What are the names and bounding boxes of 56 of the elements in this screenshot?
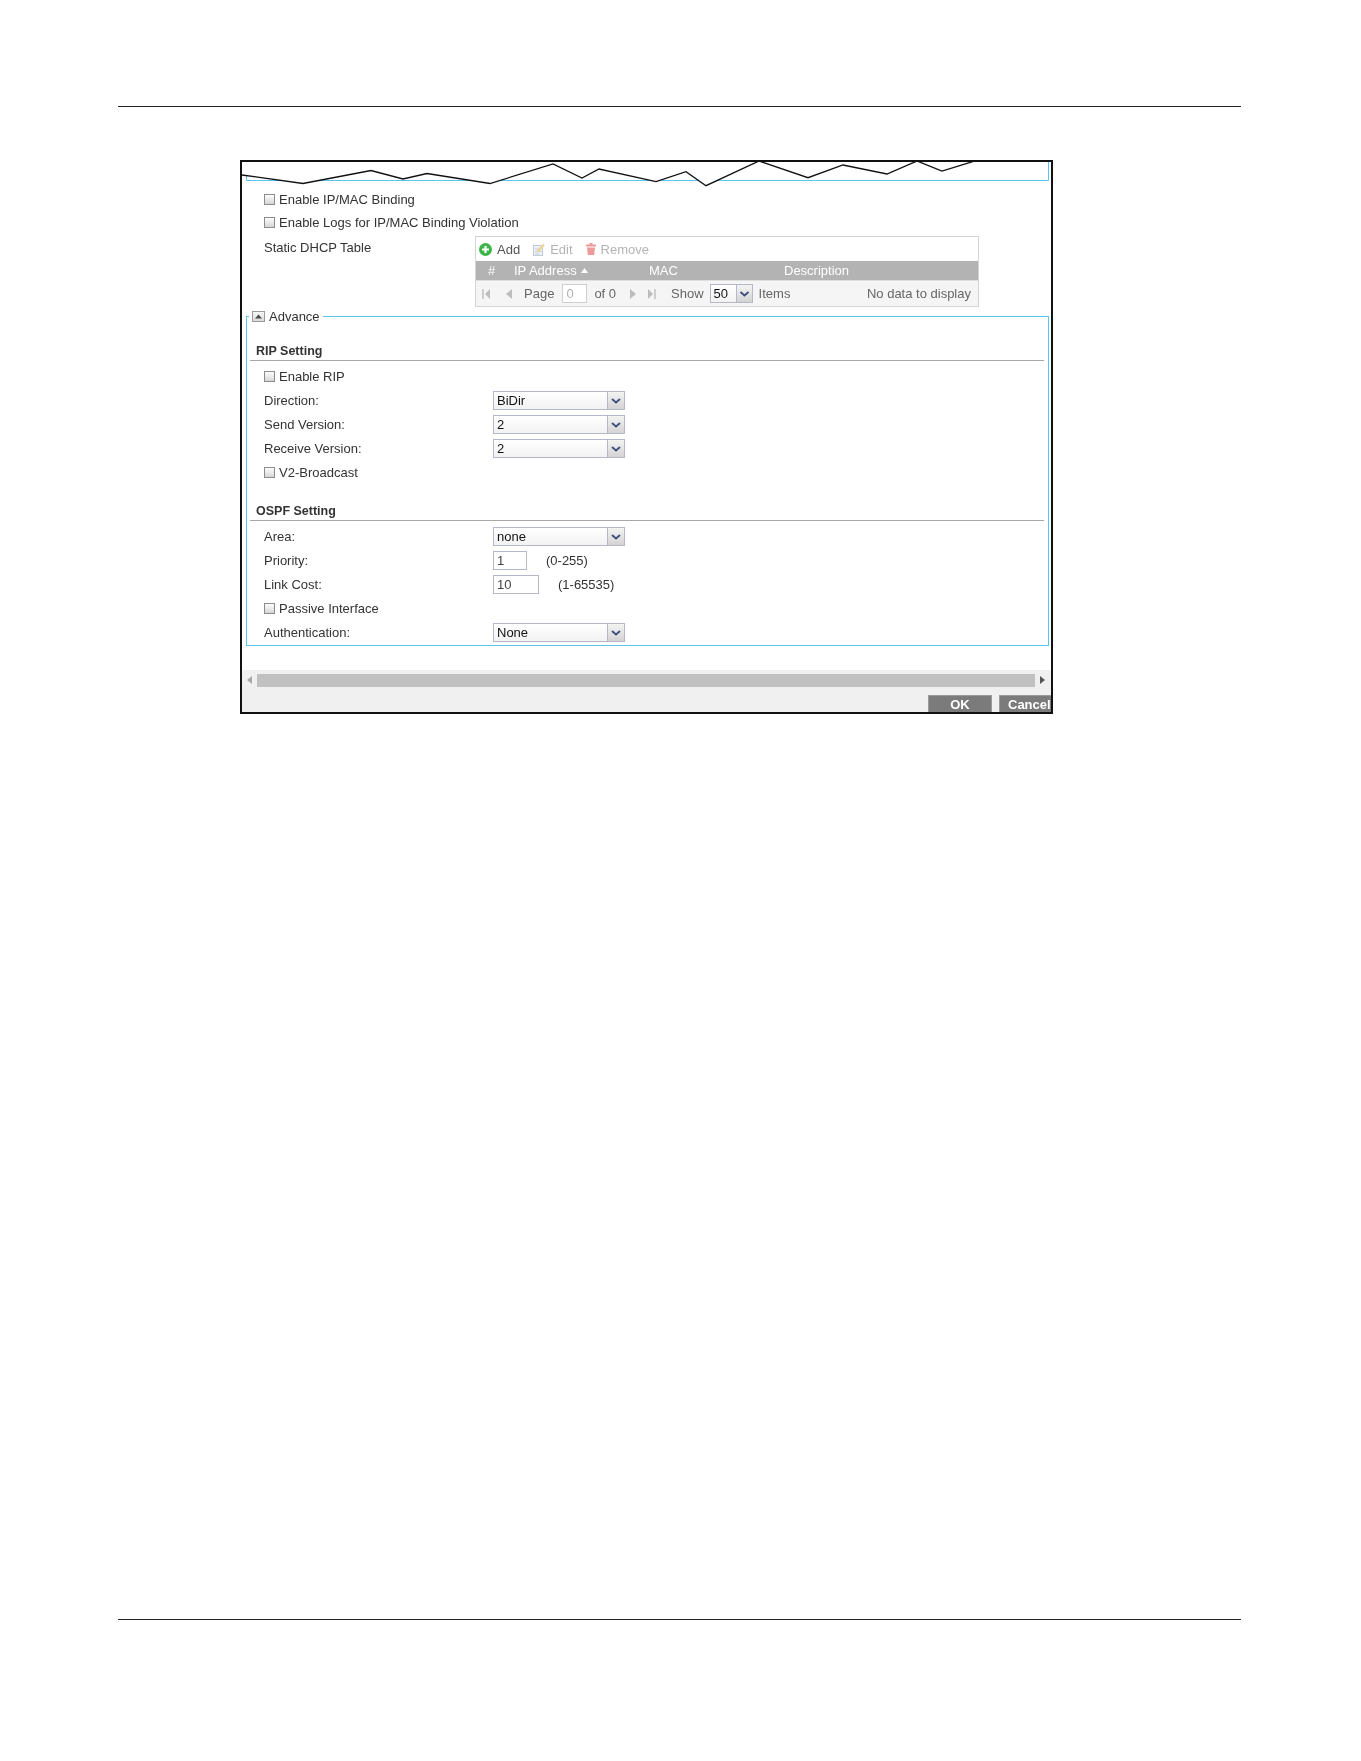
note-pencil-icon [533,242,546,256]
dropdown[interactable]: 2 [493,438,625,458]
number-field[interactable]: 10 [493,574,539,594]
chevron-down-icon [607,415,624,433]
ok-button[interactable]: OK [928,695,992,712]
chevron-down-icon [607,439,624,457]
cancel-button[interactable]: Cancel [999,695,1051,712]
field-label: Send Version: [264,416,346,432]
scrollbar-thumb[interactable] [257,673,1035,687]
chevron-down-icon [607,391,624,409]
checkbox-label: Enable RIP [279,368,345,384]
checkbox-label: Passive Interface [279,600,379,616]
range-hint: (0-255) [546,552,588,568]
pager-label: Items [758,286,791,301]
dropdown[interactable]: 50 [709,284,753,303]
add-button[interactable]: Add [479,241,521,257]
section-title: OSPF Setting [255,504,336,518]
next-icon[interactable] [630,288,637,299]
advance-toggle[interactable]: Advance [249,309,323,324]
checkbox-label: Enable IP/MAC Binding [279,192,415,207]
scroll-left-icon[interactable] [247,676,252,684]
checkbox-label: V2-Broadcast [279,464,358,480]
range-hint: (1-65535) [558,576,615,592]
section-title: RIP Setting [255,344,323,358]
checkbox-label: Enable Logs for IP/MAC Binding Violation [279,215,519,230]
chevron-down-icon [607,527,624,545]
last-page-icon[interactable] [648,288,657,299]
dropdown[interactable]: 2 [493,414,625,434]
pager-label: Page [524,286,555,301]
page-count: of 0 [594,286,617,301]
trash-icon [585,243,596,255]
field-label: Link Cost: [264,576,323,592]
plus-circle-icon [479,242,492,256]
checkbox[interactable] [264,602,275,614]
field-label: Priority: [264,552,310,568]
dropdown[interactable]: none [493,526,625,546]
field-label: Direction: [264,392,320,408]
dropdown[interactable]: BiDir [493,390,625,410]
previous-icon[interactable] [506,288,512,299]
chevron-down-icon [735,285,752,302]
checkbox[interactable] [264,370,275,382]
field-label: Static DHCP Table [264,239,373,256]
empty-message: No data to display [866,286,971,301]
first-page-icon[interactable] [482,288,490,299]
checkbox[interactable] [264,194,275,205]
field-label: Receive Version: [264,440,363,456]
checkbox[interactable] [264,217,275,228]
dropdown[interactable]: None [493,622,625,642]
scroll-right-icon[interactable] [1040,676,1045,684]
pager-label: Show [671,286,704,301]
sort-up-icon [580,268,588,273]
chevron-down-icon [607,623,624,641]
field-label: Authentication: [264,624,351,640]
field-label: Area: [264,528,297,544]
checkbox[interactable] [264,466,275,478]
number-field[interactable]: 1 [493,550,527,570]
